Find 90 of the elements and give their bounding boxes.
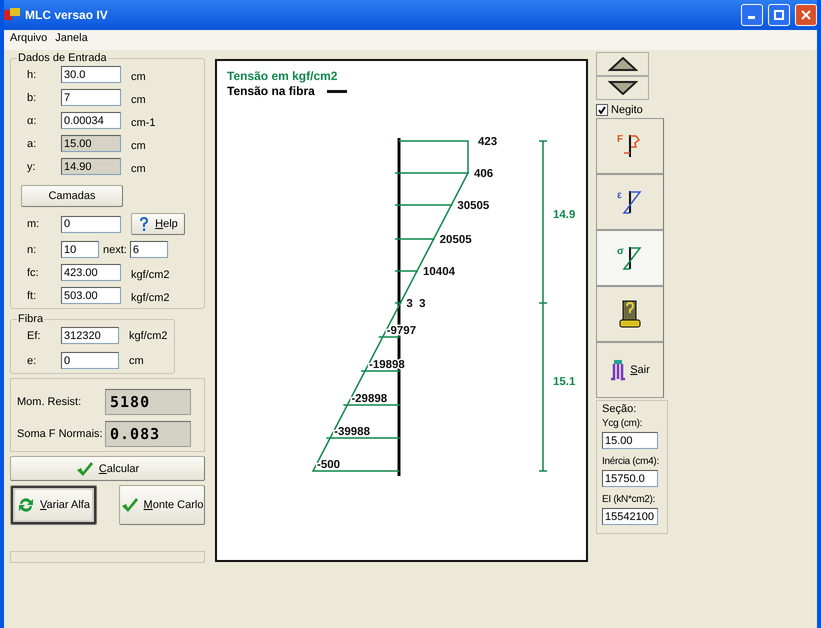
field-label: n: (27, 244, 38, 256)
input-field[interactable]: 10 (61, 241, 99, 258)
field-label: Ycg (cm): (602, 418, 644, 429)
unit-label: cm (130, 71, 147, 83)
menu-item[interactable]: Janela (55, 32, 88, 48)
section-title: Seção: (602, 403, 638, 415)
result-label: Mom. Resist: (17, 396, 82, 408)
unit-label: kgf/cm2 (130, 292, 171, 304)
close-icon (801, 10, 811, 20)
action-button[interactable]: Variar Alfa (10, 485, 97, 525)
field-label: b: (27, 92, 38, 104)
input-field[interactable]: 15.00 (61, 135, 121, 152)
input-field[interactable]: 15.00 (602, 432, 658, 449)
field-label: m: (27, 218, 40, 230)
up-button[interactable] (596, 52, 649, 76)
stress-value: 3 3 (406, 298, 426, 310)
down-button[interactable] (596, 76, 649, 100)
question-icon (138, 216, 150, 232)
input-field[interactable]: 6 (130, 241, 168, 258)
layers-button[interactable]: Camadas (21, 185, 123, 207)
stress-value: -39988 (334, 426, 370, 438)
scale-value: 15.1 (553, 376, 576, 388)
stress-value: 30505 (457, 200, 490, 212)
stress-value: 10404 (423, 266, 455, 278)
field-label: e: (27, 354, 38, 366)
field-label: α: (27, 114, 38, 126)
unit-label: cm-1 (130, 117, 156, 129)
input-field[interactable]: 15542100 (602, 508, 658, 525)
tool-button[interactable]: Sair (596, 342, 664, 398)
stress-value: 20505 (440, 234, 472, 246)
stress-value: -500 (317, 459, 340, 471)
unit-label: kgf/cm2 (130, 269, 171, 281)
field-label: Ef: (27, 330, 42, 342)
minimize-button[interactable] (741, 4, 763, 26)
input-field[interactable]: 14.90 (61, 158, 121, 175)
diagram-title: Tensão em kgf/cm2 (226, 68, 338, 83)
calculate-button[interactable]: Calcular (10, 456, 205, 481)
menu-item[interactable]: Arquivo (10, 32, 48, 48)
window-title: MLC versao IV (25, 8, 109, 22)
field-label: Inércia (cm4): (602, 456, 660, 467)
input-field[interactable]: 423.00 (61, 264, 121, 281)
input-field[interactable]: 30.0 (61, 66, 121, 83)
field-label: a: (27, 138, 38, 150)
up-triangle-icon (608, 57, 638, 71)
group-title: Dados de Entrada (17, 52, 108, 64)
field-label: fc: (27, 266, 40, 278)
help-book-icon (619, 300, 641, 328)
check-icon (120, 497, 139, 513)
refresh-icon (17, 497, 36, 513)
field-label: next: (103, 244, 127, 256)
check-icon (76, 460, 94, 476)
field-label: h: (27, 68, 38, 80)
close-button[interactable] (795, 4, 817, 26)
unit-label: cm (130, 163, 147, 175)
input-field[interactable]: 0 (61, 216, 121, 232)
maximize-button[interactable] (768, 4, 790, 26)
tool-button[interactable]: ε (596, 174, 664, 230)
stress-value: -29898 (351, 393, 388, 405)
legend-label: Tensão na fibra (227, 84, 315, 98)
input-field[interactable]: 0.00034 (61, 112, 121, 129)
input-field[interactable]: 15750.0 (602, 470, 658, 487)
field-label: y: (27, 160, 37, 172)
input-field[interactable]: 0 (61, 352, 119, 369)
door-exit-icon (610, 359, 626, 381)
checkbox-label: Negito (611, 104, 643, 116)
group-title: Fibra (17, 313, 44, 325)
help-button[interactable]: Help (131, 213, 185, 235)
field-label: EI (kN*cm2): (602, 494, 656, 505)
result-label: Soma F Normais: (17, 428, 104, 440)
scale-value: 14.9 (553, 209, 576, 221)
result-value: 5180 (105, 389, 191, 415)
unit-label: kgf/cm2 (128, 330, 168, 342)
field-label: ft: (27, 290, 38, 302)
unit-label: cm (130, 94, 147, 106)
unit-label: cm (130, 140, 147, 152)
input-field[interactable]: 7 (61, 89, 121, 106)
tool-button[interactable] (596, 286, 664, 342)
unit-label: cm (128, 354, 145, 366)
app-logo-icon (4, 8, 20, 22)
tool-button[interactable]: σ (596, 230, 664, 286)
action-button[interactable]: Monte Carlo (119, 485, 205, 525)
down-triangle-icon (608, 81, 638, 95)
legend-line-icon (326, 90, 347, 92)
bold-checkbox[interactable] (596, 104, 608, 116)
input-field[interactable]: 503.00 (61, 287, 121, 304)
input-field[interactable]: 312320 (61, 327, 119, 344)
stress-value: 423 (478, 136, 498, 148)
maximize-icon (774, 10, 784, 20)
result-value: 0.083 (105, 421, 191, 447)
stress-value: 406 (474, 168, 494, 180)
